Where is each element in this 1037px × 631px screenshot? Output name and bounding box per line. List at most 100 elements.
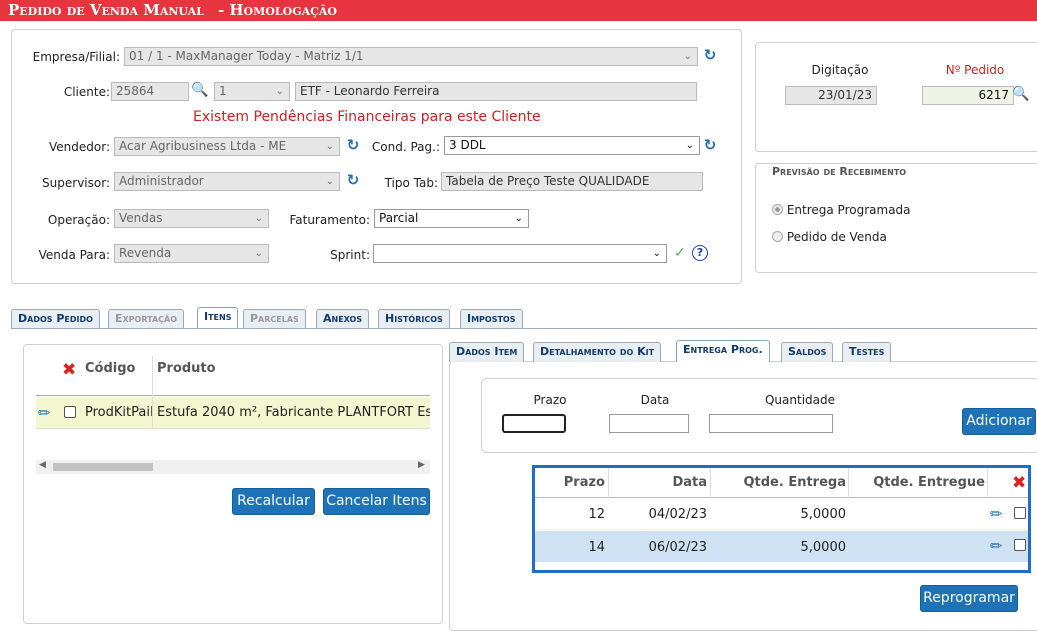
pedido-number-label: Nº Pedido [945, 63, 1005, 77]
tab-dados-item[interactable]: Dados Item [449, 342, 525, 362]
supervisor-value: Administrador [119, 174, 204, 188]
row-select-checkbox[interactable] [1014, 539, 1026, 551]
chevron-down-icon: ⌄ [325, 141, 334, 152]
refresh-icon[interactable]: ↻ [345, 172, 361, 188]
page-environment: - Homologação [217, 1, 338, 19]
col-divider [848, 468, 849, 498]
horizontal-scrollbar[interactable]: ◀ ▶ [36, 460, 430, 474]
quantidade-input[interactable] [709, 414, 833, 433]
refresh-icon[interactable]: ↻ [345, 137, 361, 153]
chevron-down-icon: ⌄ [514, 213, 523, 224]
supervisor-select[interactable]: Administrador ⌄ [114, 172, 340, 191]
search-icon[interactable]: 🔍 [191, 82, 208, 98]
radio-entrega-programada[interactable]: Entrega Programada [772, 203, 911, 219]
chevron-down-icon: ⌄ [652, 248, 661, 259]
data-label: Data [640, 393, 670, 407]
col-qtde-entregue-header: Qtde. Entregue [873, 475, 985, 490]
data-input[interactable] [609, 414, 689, 433]
sprint-select[interactable]: ⌄ [373, 244, 667, 263]
row-select-checkbox[interactable] [1014, 507, 1026, 519]
chevron-down-icon: ⌄ [254, 248, 263, 259]
edit-row-icon[interactable]: ✏ [990, 505, 1003, 523]
tipo-tab-field: Tabela de Preço Teste QUALIDADE [441, 172, 703, 191]
vendedor-label: Vendedor: [49, 140, 110, 154]
row-prazo: 14 [588, 540, 605, 555]
help-icon[interactable]: ? [692, 245, 708, 261]
tab-impostos[interactable]: Impostos [460, 309, 523, 329]
cond-pag-value: 3 DDL [449, 138, 486, 152]
cliente-code-input[interactable]: 25864 [111, 82, 189, 101]
radio-label: Pedido de Venda [786, 230, 887, 244]
digitacao-field: 23/01/23 [785, 86, 877, 105]
item-produto: Estufa 2040 m², Fabricante PLANTFORT Est… [157, 405, 430, 420]
radio-icon [772, 231, 783, 242]
digitacao-label: Digitação [811, 63, 869, 77]
cliente-seq-select[interactable]: 1 ⌄ [214, 82, 290, 101]
col-data-header: Data [672, 475, 707, 490]
tab-dados-pedido[interactable]: Dados Pedido [11, 309, 100, 329]
check-icon[interactable]: ✓ [672, 245, 688, 261]
operacao-label: Operação: [47, 213, 110, 227]
tab-historicos[interactable]: Históricos [378, 309, 450, 329]
tab-testes[interactable]: Testes [842, 342, 892, 362]
tab-parcelas[interactable]: Parcelas [243, 309, 306, 329]
delete-all-icon[interactable]: ✖ [1012, 473, 1026, 493]
faturamento-select[interactable]: Parcial ⌄ [374, 209, 529, 228]
tab-detalhamento-kit[interactable]: Detalhamento do Kit [533, 342, 662, 362]
col-qtde-entrega-header: Qtde. Entrega [743, 475, 846, 490]
quantidade-label: Quantidade [764, 393, 836, 407]
chevron-down-icon: ⌄ [683, 51, 692, 62]
row-data: 06/02/23 [648, 540, 707, 555]
recalcular-button[interactable]: Recalcular [232, 488, 315, 515]
edit-item-icon[interactable]: ✏ [38, 404, 51, 422]
row-prazo: 12 [588, 507, 605, 522]
tab-exportacao[interactable]: Exportação [108, 309, 185, 329]
cond-pag-select[interactable]: 3 DDL ⌄ [444, 136, 700, 155]
delete-all-icon[interactable]: ✖ [62, 360, 78, 380]
adicionar-button[interactable]: Adicionar [962, 408, 1036, 435]
vendedor-value: Acar Agribusiness Ltda - ME [119, 139, 287, 153]
item-select-checkbox[interactable] [64, 406, 76, 418]
col-produto-header: Produto [157, 361, 216, 376]
scroll-right-icon[interactable]: ▶ [418, 460, 425, 470]
col-divider [987, 468, 988, 498]
supervisor-label: Supervisor: [42, 176, 110, 190]
row-qtde-entrega: 5,0000 [800, 540, 847, 555]
tab-entrega-prog[interactable]: Entrega Prog. [676, 340, 770, 362]
financial-pending-warning: Existem Pendências Financeiras para este… [193, 109, 541, 125]
venda-para-select[interactable]: Revenda ⌄ [114, 244, 269, 263]
refresh-icon[interactable]: ↻ [702, 47, 718, 63]
scroll-left-icon[interactable]: ◀ [39, 460, 46, 470]
tab-anexos[interactable]: Anexos [316, 309, 370, 329]
tab-divider [11, 328, 1037, 329]
col-prazo-header: Prazo [563, 475, 605, 490]
tab-saldos[interactable]: Saldos [781, 342, 834, 362]
search-icon[interactable]: 🔍 [1012, 86, 1029, 102]
empresa-select[interactable]: 01 / 1 - MaxManager Today - Matriz 1/1 ⌄ [124, 47, 698, 66]
pedido-number-field: 6217 [922, 86, 1014, 105]
venda-para-label: Venda Para: [38, 248, 110, 262]
cond-pag-label: Cond. Pag.: [371, 140, 440, 154]
cliente-name-field: ETF - Leonardo Ferreira [295, 82, 697, 101]
edit-row-icon[interactable]: ✏ [990, 537, 1003, 555]
prazo-input[interactable] [502, 414, 566, 433]
scrollbar-thumb[interactable] [53, 463, 153, 471]
tipo-tab-label: Tipo Tab: [384, 176, 438, 190]
reprogramar-button[interactable]: Reprogramar [920, 585, 1018, 612]
chevron-down-icon: ⌄ [685, 140, 694, 151]
sprint-label: Sprint: [330, 248, 370, 262]
row-qtde-entrega: 5,0000 [800, 507, 847, 522]
page-title: Pedido de Venda Manual [8, 1, 204, 19]
row-data: 04/02/23 [648, 507, 707, 522]
faturamento-value: Parcial [379, 211, 419, 225]
radio-pedido-de-venda[interactable]: Pedido de Venda [772, 230, 887, 246]
faturamento-label: Faturamento: [289, 213, 370, 227]
vendedor-select[interactable]: Acar Agribusiness Ltda - ME ⌄ [114, 137, 340, 156]
refresh-icon[interactable]: ↻ [702, 137, 718, 153]
operacao-select[interactable]: Vendas ⌄ [114, 209, 269, 228]
tab-itens[interactable]: Itens [197, 307, 239, 329]
empresa-value: 01 / 1 - MaxManager Today - Matriz 1/1 [129, 49, 364, 63]
chevron-down-icon: ⌄ [254, 213, 263, 224]
cancelar-itens-button[interactable]: Cancelar Itens [323, 488, 430, 515]
col-divider [710, 468, 711, 498]
